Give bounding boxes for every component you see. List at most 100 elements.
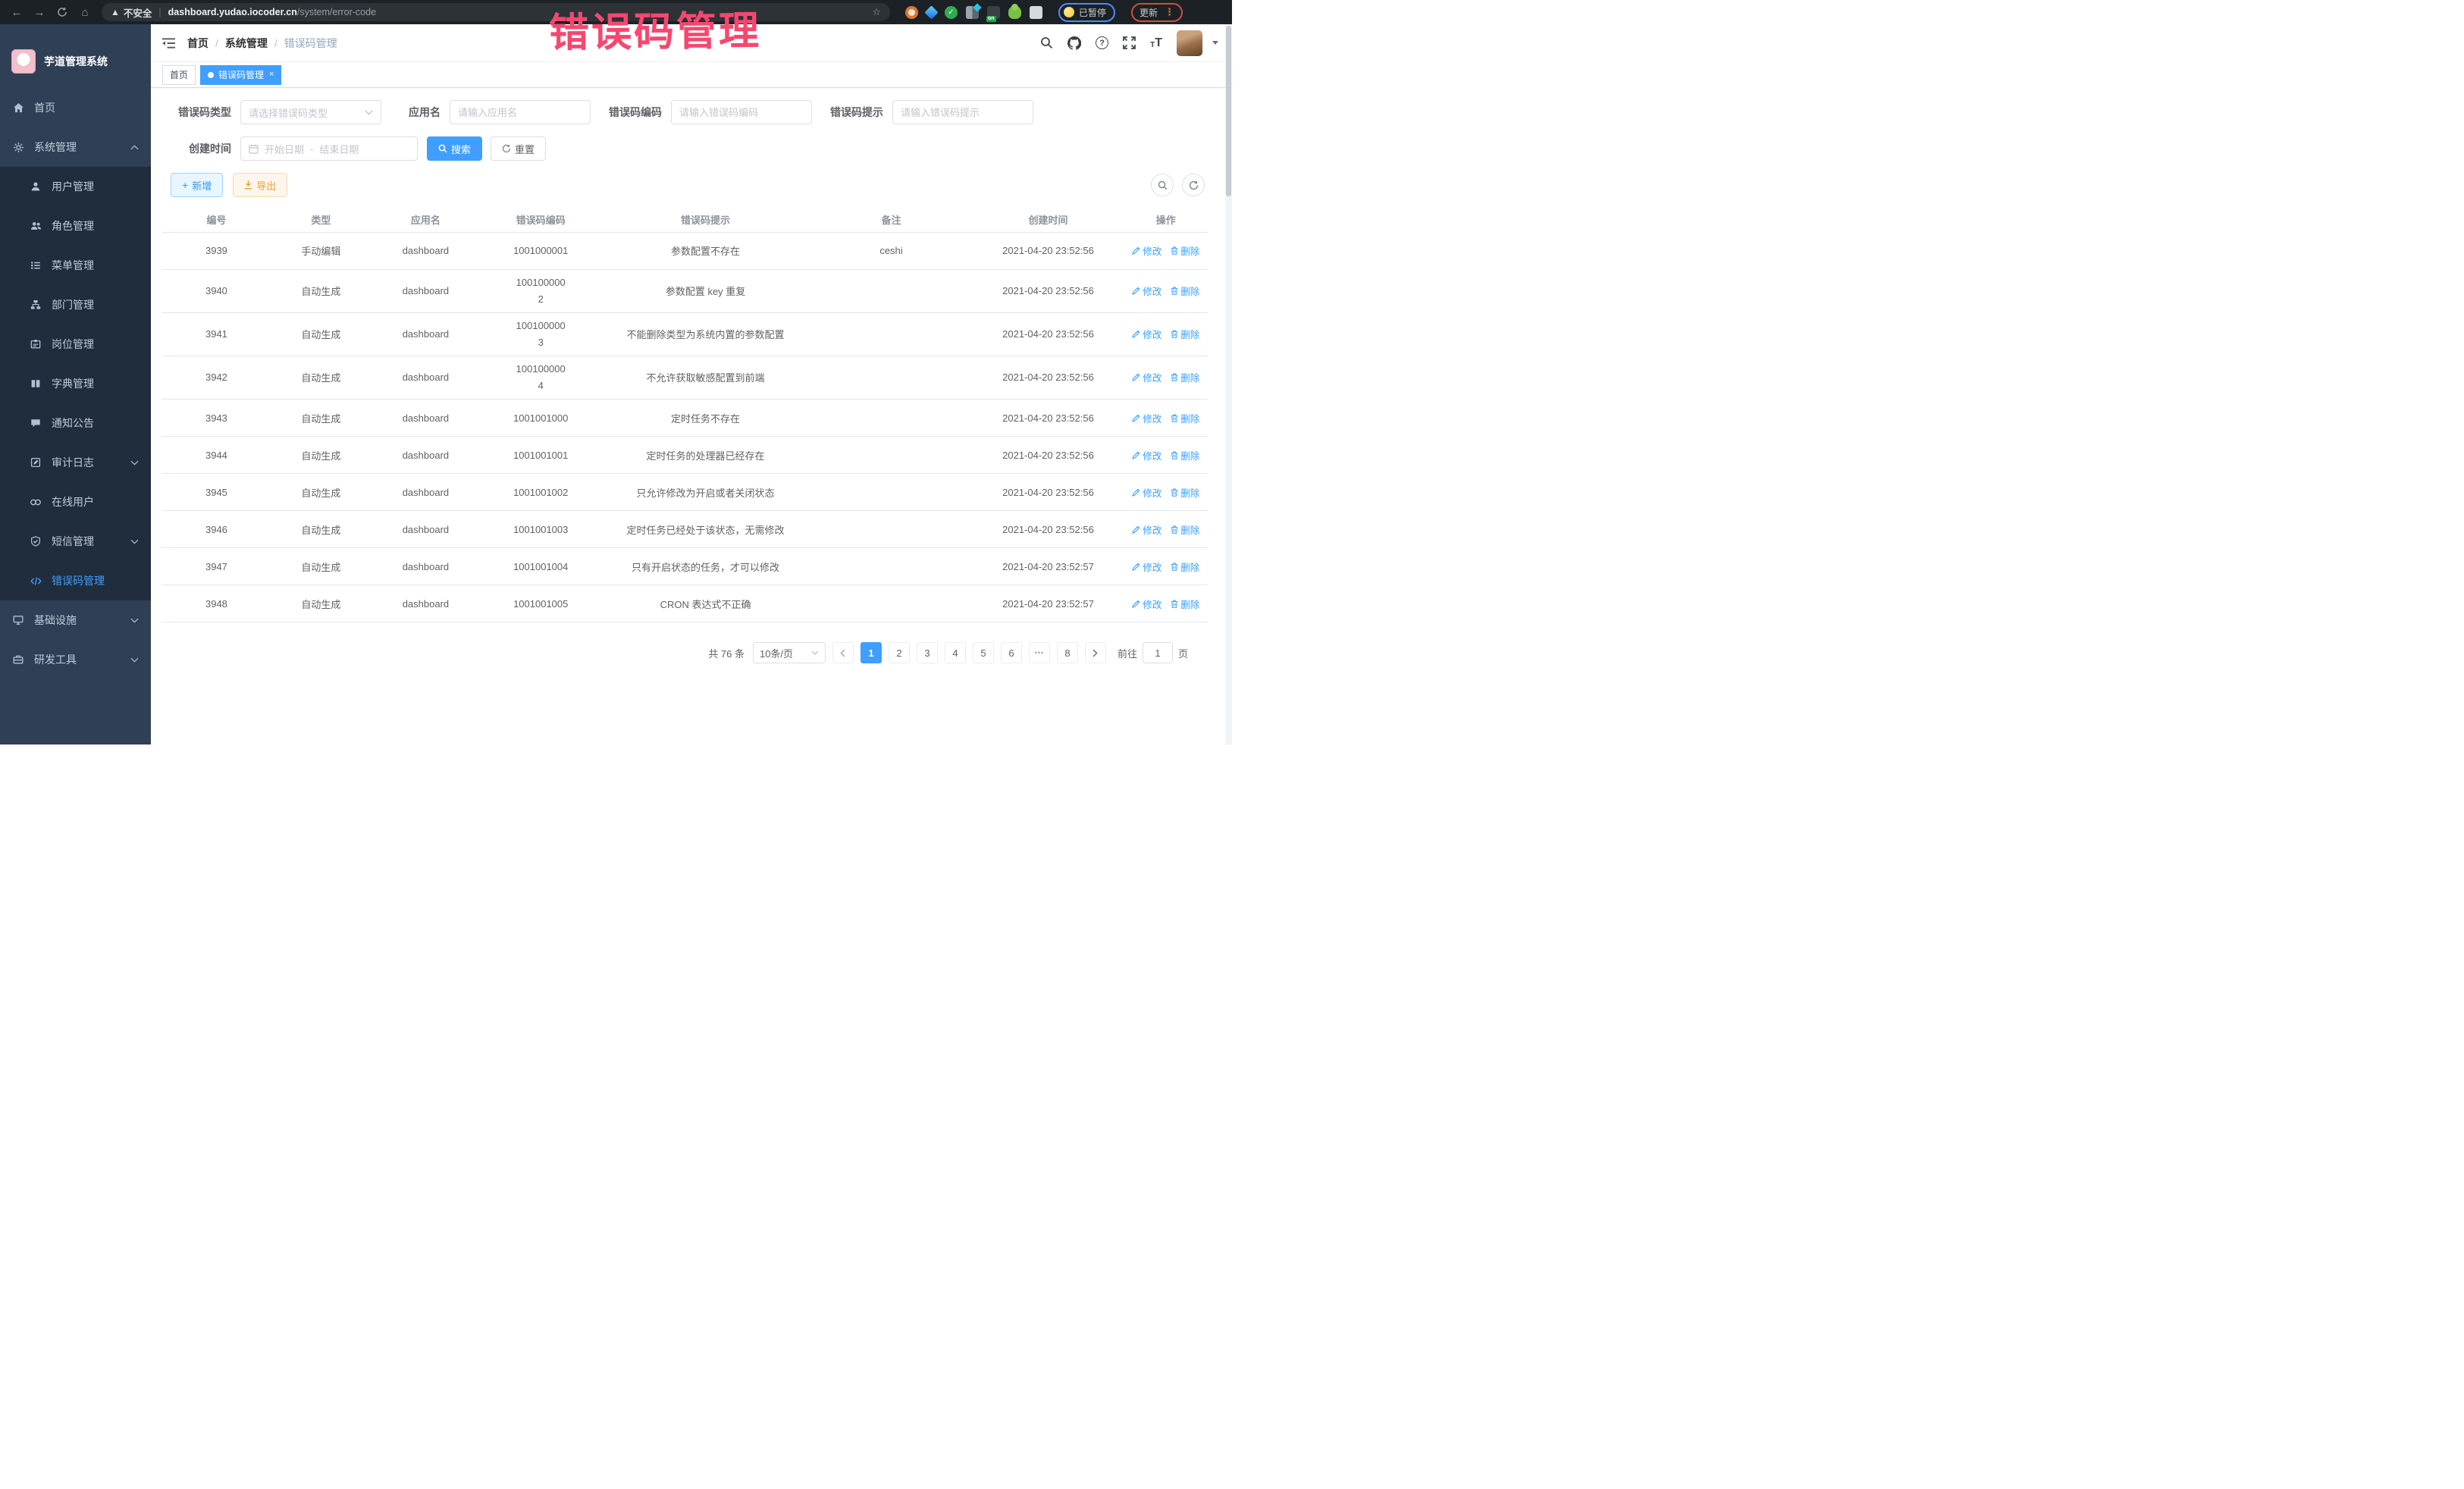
- help-icon[interactable]: ?: [1096, 36, 1108, 49]
- edit-link[interactable]: 修改: [1132, 522, 1161, 537]
- delete-link[interactable]: 删除: [1171, 327, 1199, 341]
- sidebar-item-audit-log[interactable]: 审计日志: [0, 443, 151, 482]
- table-cell: 自动生成: [271, 437, 371, 474]
- page-button-4[interactable]: 4: [945, 642, 966, 663]
- edit-link[interactable]: 修改: [1132, 284, 1161, 298]
- edit-link[interactable]: 修改: [1132, 597, 1161, 611]
- sidebar-item-user[interactable]: 用户管理: [0, 167, 151, 206]
- date-start-placeholder: 开始日期: [265, 142, 304, 156]
- breadcrumb-item[interactable]: 首页: [187, 36, 208, 51]
- page-ellipsis[interactable]: •••: [1029, 642, 1050, 663]
- sidebar-item-role[interactable]: 角色管理: [0, 206, 151, 246]
- delete-link[interactable]: 删除: [1171, 522, 1199, 537]
- delete-link[interactable]: 删除: [1171, 597, 1199, 611]
- refresh-button[interactable]: [1182, 174, 1205, 196]
- goto-page-input[interactable]: [1143, 642, 1173, 663]
- page-unit-label: 页: [1178, 646, 1188, 660]
- font-size-icon[interactable]: TT: [1150, 37, 1162, 49]
- close-icon[interactable]: ×: [269, 71, 274, 79]
- sidebar-item-dev-tools[interactable]: 研发工具: [0, 640, 151, 679]
- table-cell: 2021-04-20 23:52:56: [972, 232, 1124, 269]
- page-button-8[interactable]: 8: [1057, 642, 1078, 663]
- sidebar-item-sms[interactable]: 短信管理: [0, 522, 151, 561]
- delete-link[interactable]: 删除: [1171, 448, 1199, 462]
- delete-link[interactable]: 删除: [1171, 370, 1199, 384]
- page-button-1[interactable]: 1: [861, 642, 882, 663]
- extension-android-icon[interactable]: [1008, 6, 1021, 19]
- scrollbar-thumb[interactable]: [1226, 26, 1231, 196]
- sidebar-item-infra[interactable]: 基础设施: [0, 600, 151, 640]
- user-avatar[interactable]: [1177, 30, 1202, 56]
- page-button-2[interactable]: 2: [889, 642, 910, 663]
- export-button[interactable]: 导出: [233, 173, 287, 197]
- pencil-icon: [1132, 330, 1140, 338]
- delete-link[interactable]: 删除: [1171, 243, 1199, 258]
- extension-switch-icon[interactable]: on: [987, 6, 1000, 19]
- sidebar-item-post[interactable]: 岗位管理: [0, 324, 151, 364]
- error-code-input[interactable]: [679, 107, 804, 118]
- avatar-dropdown-icon[interactable]: [1212, 41, 1218, 45]
- edit-link[interactable]: 修改: [1132, 370, 1161, 384]
- browser-menu-kebab-icon[interactable]: ⋮: [1165, 6, 1174, 18]
- sidebar-item-dict[interactable]: 字典管理: [0, 364, 151, 403]
- delete-link[interactable]: 删除: [1171, 284, 1199, 298]
- search-button[interactable]: 搜索: [427, 136, 482, 161]
- sidebar-item-dept[interactable]: 部门管理: [0, 285, 151, 324]
- sidebar-menu: 首页系统管理用户管理角色管理菜单管理部门管理岗位管理字典管理通知公告审计日志在线…: [0, 88, 151, 679]
- toggle-search-button[interactable]: [1151, 174, 1174, 196]
- delete-link[interactable]: 删除: [1171, 485, 1199, 500]
- extension-orange-icon[interactable]: [905, 6, 918, 19]
- edit-link[interactable]: 修改: [1132, 560, 1161, 574]
- extension-grid-icon[interactable]: [966, 6, 979, 19]
- delete-link[interactable]: 删除: [1171, 411, 1199, 425]
- edit-link[interactable]: 修改: [1132, 243, 1161, 258]
- app-name-input[interactable]: [458, 107, 582, 118]
- browser-reload-icon[interactable]: [53, 3, 71, 21]
- page-scrollbar[interactable]: [1225, 24, 1232, 744]
- logo-avatar: [11, 49, 36, 74]
- trash-icon: [1171, 451, 1178, 459]
- extension-gem-icon[interactable]: [924, 5, 938, 19]
- browser-update-button[interactable]: 更新 ⋮: [1131, 3, 1183, 22]
- sidebar-item-home[interactable]: 首页: [0, 88, 151, 127]
- sidebar-item-system[interactable]: 系统管理: [0, 127, 151, 167]
- edit-link[interactable]: 修改: [1132, 327, 1161, 341]
- sidebar-item-error-code[interactable]: 错误码管理: [0, 561, 151, 600]
- breadcrumb-item[interactable]: 系统管理: [225, 36, 268, 51]
- page-button-5[interactable]: 5: [973, 642, 994, 663]
- tab-error-code[interactable]: 错误码管理×: [200, 65, 281, 85]
- reset-button[interactable]: 重置: [491, 136, 546, 161]
- add-button[interactable]: + 新增: [171, 173, 223, 197]
- security-warning[interactable]: ▲不安全: [111, 5, 152, 20]
- sidebar-toggle-icon[interactable]: [161, 37, 176, 49]
- tab-home[interactable]: 首页: [162, 65, 196, 85]
- address-bar[interactable]: ▲不安全 | dashboard.yudao.iocoder.cn /syste…: [102, 3, 890, 21]
- edit-link[interactable]: 修改: [1132, 485, 1161, 500]
- sidebar-item-online-user[interactable]: 在线用户: [0, 482, 151, 522]
- error-msg-input[interactable]: [901, 107, 1025, 118]
- page-button-6[interactable]: 6: [1001, 642, 1022, 663]
- date-range-picker[interactable]: 开始日期 - 结束日期: [240, 136, 418, 161]
- edit-link[interactable]: 修改: [1132, 448, 1161, 462]
- delete-link[interactable]: 删除: [1171, 560, 1199, 574]
- next-page-button[interactable]: [1085, 642, 1106, 663]
- page-button-3[interactable]: 3: [917, 642, 938, 663]
- fullscreen-icon[interactable]: [1123, 36, 1136, 49]
- search-icon: [438, 144, 447, 153]
- edit-link[interactable]: 修改: [1132, 411, 1161, 425]
- search-icon[interactable]: [1040, 36, 1053, 49]
- sidebar-logo[interactable]: 芋道管理系统: [0, 24, 151, 88]
- browser-back-icon[interactable]: ←: [8, 3, 26, 21]
- browser-home-icon[interactable]: ⌂: [76, 3, 94, 21]
- extensions-puzzle-icon[interactable]: [1030, 6, 1042, 19]
- browser-forward-icon[interactable]: →: [30, 3, 49, 21]
- extension-paused-badge[interactable]: 已暂停: [1058, 3, 1115, 22]
- sidebar-item-menu[interactable]: 菜单管理: [0, 246, 151, 285]
- extension-green-check-icon[interactable]: ✓: [945, 6, 958, 19]
- page-size-select[interactable]: 10条/页: [753, 642, 826, 663]
- sidebar-item-notice[interactable]: 通知公告: [0, 403, 151, 443]
- github-icon[interactable]: [1067, 36, 1081, 50]
- prev-page-button[interactable]: [832, 642, 854, 663]
- bookmark-star-icon[interactable]: ☆: [872, 6, 881, 18]
- error-type-select[interactable]: 请选择错误码类型: [240, 100, 381, 124]
